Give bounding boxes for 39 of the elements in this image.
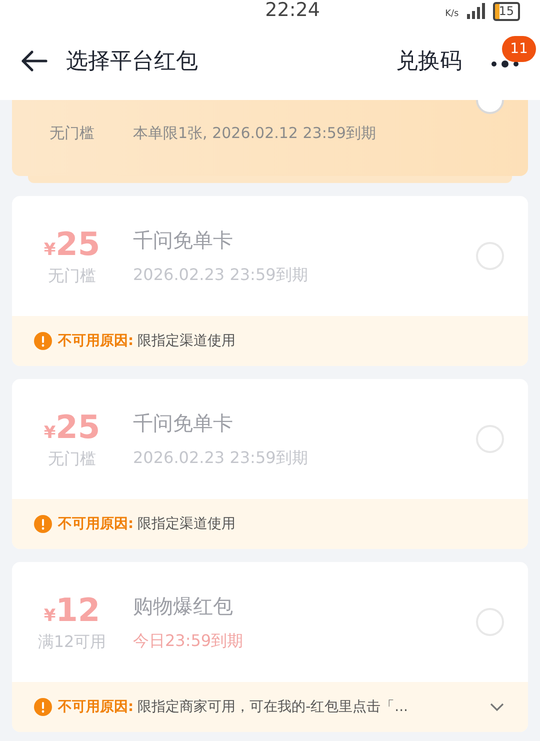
- warning-icon: [34, 332, 52, 350]
- expiry-text: 今日23:59到期: [133, 630, 244, 652]
- threshold-text: 无门槛: [48, 265, 96, 287]
- currency-symbol: ¥: [44, 605, 56, 628]
- reason-text: 限指定商家可用，可在我的-红包里点击「...: [138, 698, 408, 716]
- battery-indicator: 15: [492, 2, 520, 21]
- notification-badge: 11: [502, 36, 536, 62]
- reason-text: 限指定渠道使用: [138, 514, 236, 534]
- chevron-down-icon[interactable]: [490, 702, 504, 712]
- currency-symbol: ¥: [44, 239, 56, 262]
- warning-icon: [34, 698, 52, 716]
- coupon-title: 购物爆红包: [133, 593, 234, 620]
- currency-symbol: ¥: [44, 422, 56, 445]
- coupon-card[interactable]: ¥12 满12可用 购物爆红包 今日23:59到期 不可用原因: 限指定商家可用，可在我的-红包里点击「...: [12, 562, 528, 732]
- reason-label: 不可用原因:: [58, 514, 134, 534]
- coupon-card[interactable]: ¥25 无门槛 千问免单卡 2026.02.23 23:59到期 不可用原因: 限指定渠道使用: [12, 196, 528, 366]
- amount-text: 25: [56, 224, 100, 264]
- more-icon[interactable]: [490, 60, 520, 68]
- threshold-text: 无门槛: [48, 448, 96, 470]
- reason-label: 不可用原因:: [58, 698, 134, 716]
- warning-icon: [34, 515, 52, 533]
- threshold-text: 无门槛: [48, 123, 96, 144]
- amount-text: 12: [56, 590, 100, 630]
- redeem-code-button[interactable]: 兑换码: [396, 44, 462, 78]
- net-speed-unit: K/s: [445, 9, 459, 19]
- expiry-text: 本单限1张, 2026.02.12 23:59到期: [133, 123, 376, 144]
- coupon-title: 千问免单卡: [133, 410, 234, 437]
- reason-label: 不可用原因:: [58, 332, 134, 350]
- reason-text: 限指定渠道使用: [138, 332, 236, 350]
- signal-icon: [464, 3, 487, 19]
- expiry-text: 2026.02.23 23:59到期: [133, 264, 309, 286]
- threshold-text: 满12可用: [38, 631, 106, 653]
- coupon-card[interactable]: ¥25 无门槛 千问免单卡 2026.02.23 23:59到期 不可用原因: 限指定渠道使用: [12, 379, 528, 549]
- back-arrow-icon[interactable]: [20, 50, 48, 72]
- page-title: 选择平台红包: [66, 48, 198, 76]
- coupon-title: 千问免单卡: [133, 227, 234, 254]
- status-time: 22:24: [265, 0, 320, 20]
- expiry-text: 2026.02.23 23:59到期: [133, 447, 309, 469]
- amount-text: 25: [56, 407, 100, 447]
